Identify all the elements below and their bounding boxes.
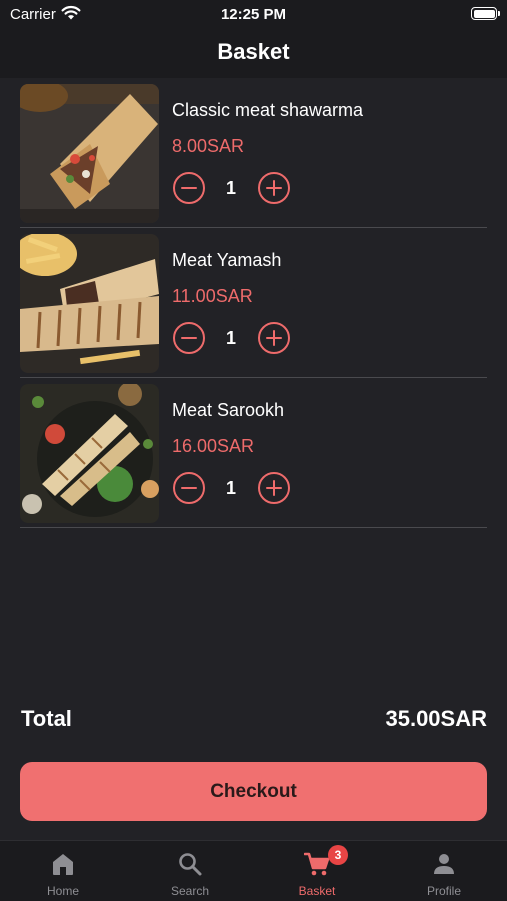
decrease-quantity-button[interactable] xyxy=(173,472,205,504)
item-name: Meat Sarookh xyxy=(172,400,285,420)
tab-label: Basket xyxy=(298,884,336,898)
page-title: Basket xyxy=(217,39,290,64)
search-icon xyxy=(179,853,202,876)
tab-profile[interactable]: Profile xyxy=(381,841,507,901)
total-value: 35.00SAR xyxy=(385,706,487,731)
item-name: Meat Yamash xyxy=(172,250,282,270)
food-image xyxy=(20,234,159,373)
checkout-label: Checkout xyxy=(210,780,297,802)
item-price: 16.00SAR xyxy=(172,436,255,456)
basket-count-badge: 3 xyxy=(328,845,348,865)
tab-search[interactable]: Search xyxy=(127,841,253,901)
status-bar: Carrier 12:25 PM xyxy=(0,0,507,28)
item-price: 11.00SAR xyxy=(172,286,253,306)
tab-home[interactable]: Home xyxy=(0,841,126,901)
item-name: Classic meat shawarma xyxy=(172,100,364,120)
increase-quantity-button[interactable] xyxy=(258,322,290,354)
basket-item: Meat Sarookh 16.00SAR 1 xyxy=(20,378,487,528)
increase-quantity-button[interactable] xyxy=(258,472,290,504)
decrease-quantity-button[interactable] xyxy=(173,172,205,204)
person-icon xyxy=(434,854,454,874)
basket-item: Classic meat shawarma 8.00SAR 1 xyxy=(20,78,487,228)
increase-quantity-button[interactable] xyxy=(258,172,290,204)
status-time: 12:25 PM xyxy=(220,6,287,23)
decrease-quantity-button[interactable] xyxy=(173,322,205,354)
tab-label: Home xyxy=(46,884,79,898)
item-quantity: 1 xyxy=(225,178,236,198)
item-price: 8.00SAR xyxy=(172,136,245,156)
tab-basket[interactable]: 3 Basket xyxy=(254,841,380,901)
total-label: Total xyxy=(21,706,72,731)
basket-item: Meat Yamash 11.00SAR 1 xyxy=(20,228,487,378)
checkout-button[interactable]: Checkout xyxy=(20,762,487,821)
tab-bar: Home Search 3 Basket Profile xyxy=(0,840,507,901)
item-quantity: 1 xyxy=(225,328,236,348)
nav-bar: Basket xyxy=(0,28,507,78)
food-image xyxy=(20,84,159,223)
home-icon xyxy=(53,854,73,875)
tab-label: Search xyxy=(170,884,210,898)
food-image xyxy=(20,384,159,523)
battery-icon xyxy=(471,7,500,20)
cart-icon xyxy=(304,852,330,876)
item-quantity: 1 xyxy=(225,478,236,498)
basket-list: Classic meat shawarma 8.00SAR 1 Meat Yam… xyxy=(20,78,487,528)
tab-label: Profile xyxy=(426,884,461,898)
